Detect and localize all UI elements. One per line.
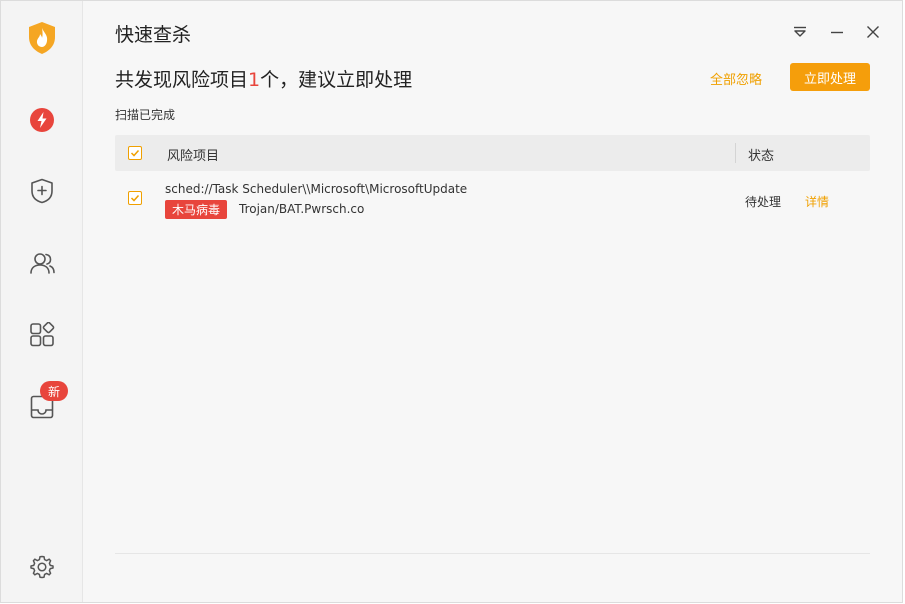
menu-button[interactable]: [787, 19, 813, 45]
scan-status-text: 扫描已完成: [115, 108, 176, 122]
threat-type-tag: 木马病毒: [165, 200, 228, 219]
virus-name: Trojan/BAT.Pwrsch.co: [239, 202, 365, 216]
ignore-all-link[interactable]: 全部忽略: [710, 69, 762, 88]
window-title: 快速查杀: [115, 24, 192, 46]
close-icon: [867, 26, 879, 38]
column-header-state: 状态: [748, 149, 775, 164]
table-header: 风险项目 状态: [115, 135, 870, 171]
table-row: sched://Task Scheduler\\Microsoft\Micros…: [115, 173, 870, 229]
sidebar-item-protection[interactable]: [22, 171, 62, 211]
shield-flame-icon: [29, 22, 55, 54]
bottom-divider: [115, 553, 870, 554]
minimize-button[interactable]: [824, 19, 850, 45]
minimize-icon: [831, 31, 843, 34]
apps-icon: [30, 322, 55, 347]
row-state: 待处理: [745, 195, 782, 209]
column-header-risk: 风险项目: [167, 149, 220, 164]
app-logo: [22, 18, 62, 58]
detail-link[interactable]: 详情: [805, 193, 829, 210]
app-window: 新 快速查杀 共发现风险项目1个，建议立即处理 全部忽略 立即处理 扫描已完成 …: [0, 0, 903, 603]
summary-prefix: 共发现风险项目: [115, 69, 249, 91]
sidebar: 新: [1, 1, 83, 602]
summary-suffix: 个，建议立即处理: [260, 69, 413, 91]
main-panel: 快速查杀 共发现风险项目1个，建议立即处理 全部忽略 立即处理 扫描已完成 风险…: [83, 1, 902, 602]
check-icon: [130, 194, 140, 202]
menu-dropdown-icon: [794, 26, 806, 37]
sidebar-item-accounts[interactable]: [22, 243, 62, 283]
close-button[interactable]: [860, 19, 886, 45]
risk-path: sched://Task Scheduler\\Microsoft\Micros…: [165, 182, 468, 196]
lightning-icon: [30, 108, 54, 132]
scan-summary: 共发现风险项目1个，建议立即处理: [115, 65, 412, 92]
sidebar-item-settings[interactable]: [22, 547, 62, 587]
sidebar-item-tools[interactable]: [22, 315, 62, 355]
column-divider: [735, 143, 736, 163]
handle-now-button[interactable]: 立即处理: [790, 63, 870, 91]
shield-plus-icon: [31, 178, 53, 204]
gear-icon: [30, 555, 54, 579]
row-checkbox[interactable]: [128, 191, 142, 205]
users-icon: [30, 253, 55, 274]
check-icon: [130, 149, 140, 157]
select-all-checkbox[interactable]: [128, 146, 142, 160]
risk-count: 1: [248, 69, 261, 91]
new-badge: 新: [40, 381, 68, 401]
sidebar-item-quick-scan[interactable]: [22, 100, 62, 140]
